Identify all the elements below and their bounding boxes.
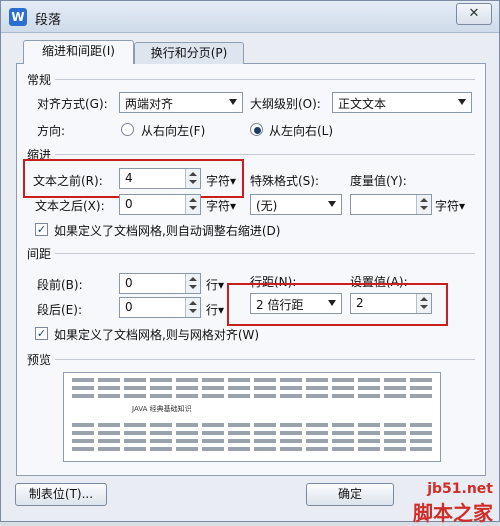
divider (55, 253, 475, 254)
set-value-input[interactable]: 2 (350, 293, 432, 314)
ltr-label: 从左向右(L) (269, 124, 334, 138)
tab-stops-button[interactable]: 制表位(T)... (15, 483, 107, 506)
line-spacing-value: 2 倍行距 (256, 298, 304, 312)
outline-level-select[interactable]: 正文文本 (332, 92, 472, 113)
divider (55, 359, 475, 360)
set-value-value: 2 (356, 296, 364, 310)
chevron-down-icon (458, 99, 466, 105)
special-format-label: 特殊格式(S): (250, 174, 320, 188)
spin-arrows-icon[interactable] (185, 298, 200, 317)
preview-sample-text: JAVA 经典基础知识 (132, 405, 192, 413)
tab-indent-spacing[interactable]: 缩进和间距(I) (23, 40, 134, 64)
indent-after-unit[interactable]: 字符▾ (206, 197, 236, 214)
alignment-label: 对齐方式(G): (37, 97, 108, 111)
indent-after-input[interactable]: 0 (119, 194, 201, 215)
indent-after-value: 0 (125, 197, 133, 211)
space-before-value: 0 (125, 276, 133, 290)
radio-rtl[interactable] (121, 123, 134, 136)
spin-arrows-icon[interactable] (185, 195, 200, 214)
watermark-url: jb51.net (427, 481, 493, 497)
indent-after-label: 文本之后(X): (35, 199, 105, 213)
spin-arrows-icon[interactable] (185, 169, 200, 188)
space-after-label: 段后(E): (37, 303, 82, 317)
watermark: jb51.net 脚本之家 (366, 479, 500, 525)
outline-level-value: 正文文本 (338, 97, 387, 111)
alignment-select[interactable]: 两端对齐 (119, 92, 243, 113)
outline-level-label: 大纲级别(O): (250, 97, 321, 111)
indent-before-input[interactable]: 4 (119, 168, 201, 189)
auto-right-indent-label: 如果定义了文档网格,则自动调整右缩进(D) (54, 224, 281, 238)
measure-unit[interactable]: 字符▾ (435, 197, 465, 214)
measure-label: 度量值(Y): (350, 174, 407, 188)
direction-label: 方向: (37, 124, 66, 138)
radio-ltr[interactable] (250, 123, 263, 136)
indent-before-label: 文本之前(R): (33, 174, 103, 188)
snap-to-grid-label: 如果定义了文档网格,则与网格对齐(W) (54, 328, 260, 342)
divider (55, 154, 475, 155)
snap-to-grid-checkbox[interactable]: ✓ (35, 327, 48, 340)
special-format-select[interactable]: (无) (250, 194, 342, 215)
divider (55, 79, 475, 80)
space-after-value: 0 (125, 300, 133, 314)
title-bar: W 段落 ✕ (1, 1, 499, 33)
paragraph-preview: JAVA 经典基础知识 (63, 372, 441, 462)
space-before-label: 段前(B): (37, 278, 83, 292)
chevron-down-icon (229, 99, 237, 105)
tab-line-page-breaks[interactable]: 换行和分页(P) (134, 42, 244, 64)
auto-right-indent-checkbox[interactable]: ✓ (35, 223, 48, 236)
chevron-down-icon (328, 300, 336, 306)
close-icon[interactable]: ✕ (456, 3, 492, 25)
section-general: 常规 (27, 73, 52, 87)
space-after-input[interactable]: 0 (119, 297, 201, 318)
section-preview: 预览 (27, 353, 52, 367)
dialog-title: 段落 (35, 13, 62, 28)
space-before-input[interactable]: 0 (119, 273, 201, 294)
indent-before-value: 4 (125, 171, 133, 185)
rtl-label: 从右向左(F) (141, 124, 206, 138)
spin-arrows-icon[interactable] (185, 274, 200, 293)
spin-arrows-icon[interactable] (416, 294, 431, 313)
section-spacing: 间距 (27, 247, 52, 261)
alignment-value: 两端对齐 (125, 97, 174, 111)
paragraph-dialog: W 段落 ✕ 缩进和间距(I) 换行和分页(P) 常规 对齐方式(G): 两端对… (0, 0, 500, 525)
wps-writer-icon: W (9, 8, 27, 26)
special-format-value: (无) (256, 199, 278, 213)
measure-input[interactable] (350, 194, 432, 215)
space-before-unit[interactable]: 行▾ (206, 276, 224, 293)
space-after-unit[interactable]: 行▾ (206, 301, 224, 318)
chevron-down-icon (328, 201, 336, 207)
spin-arrows-icon[interactable] (416, 195, 431, 214)
indent-before-unit[interactable]: 字符▾ (206, 172, 236, 189)
line-spacing-select[interactable]: 2 倍行距 (250, 293, 342, 314)
